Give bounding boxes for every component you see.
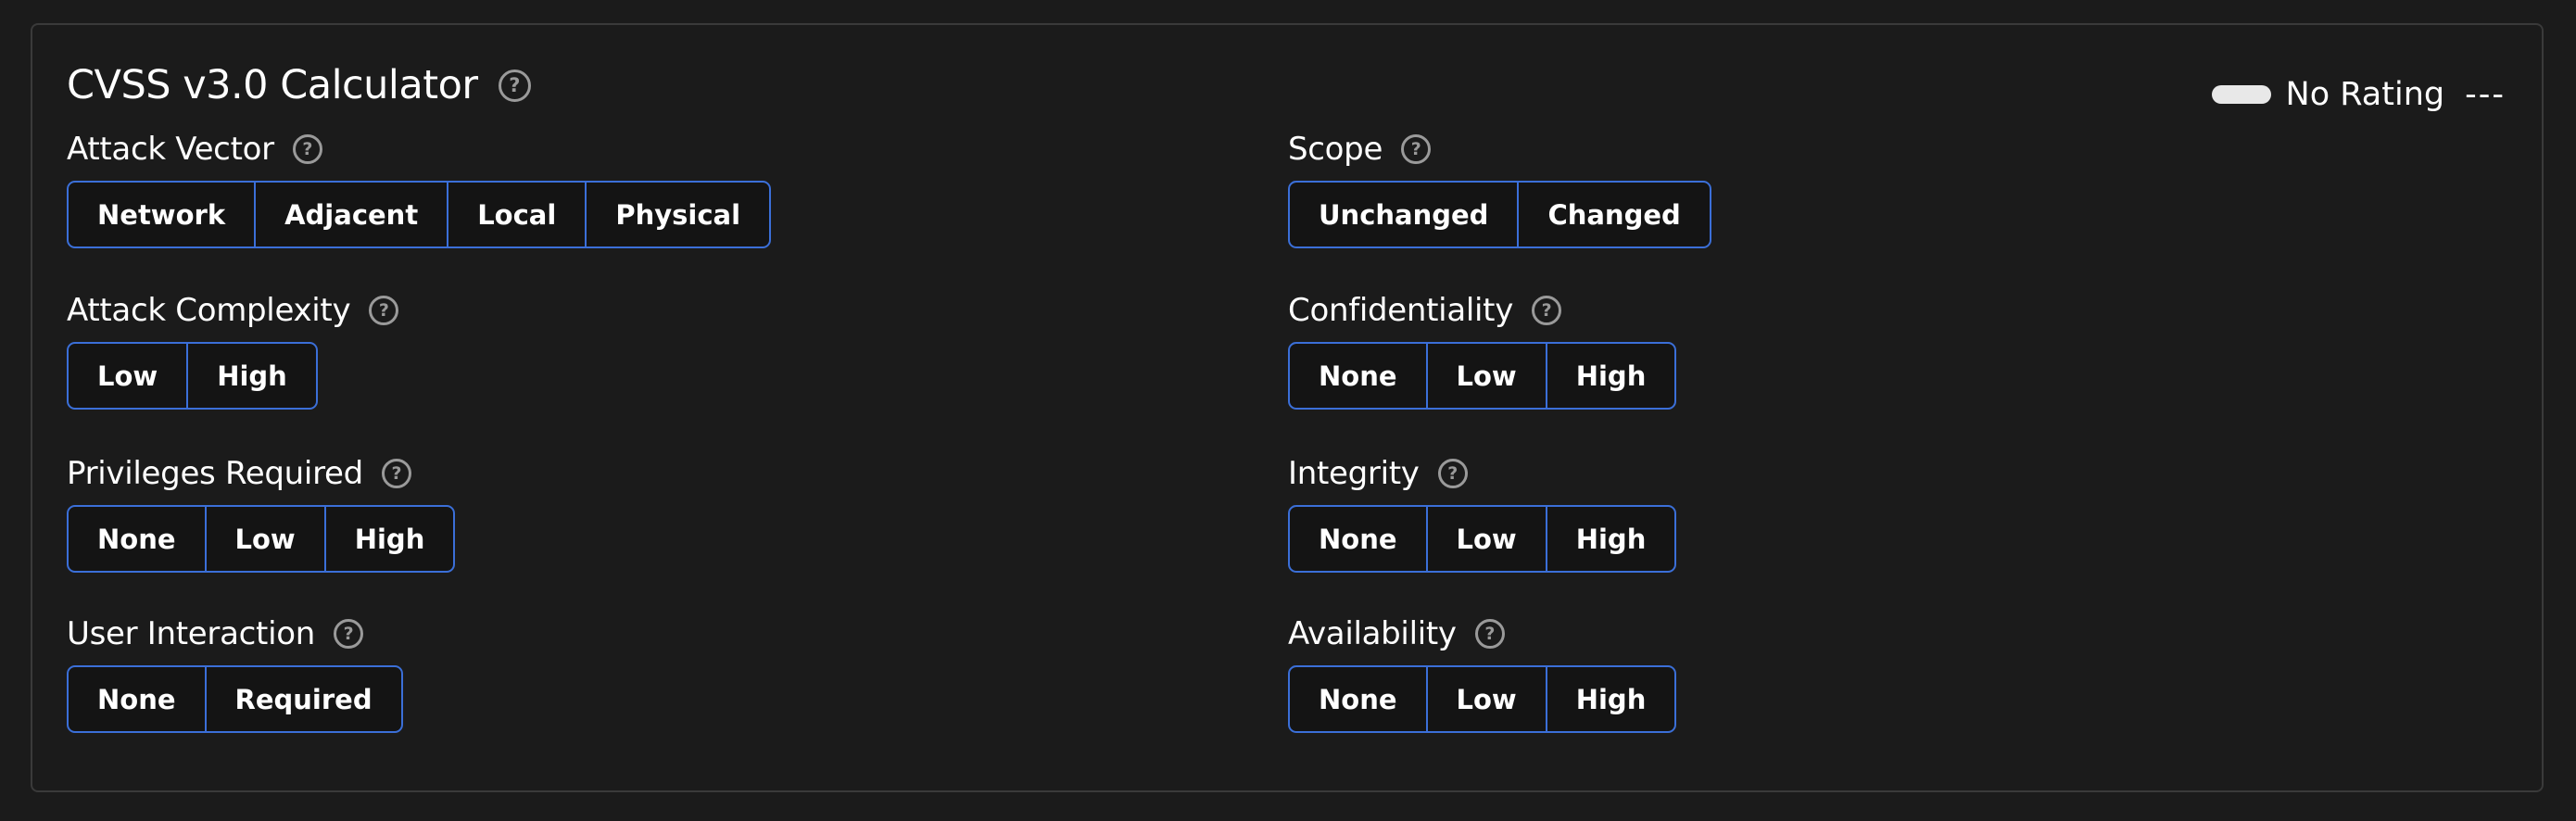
availability-options: None Low High [1288, 665, 1677, 733]
rating-score: --- [2465, 76, 2506, 113]
help-icon[interactable]: ? [333, 619, 363, 649]
option-low[interactable]: Low [204, 507, 324, 571]
metric-availability: Availability? None Low High [1288, 613, 1677, 733]
option-none[interactable]: None [69, 507, 205, 571]
option-adjacent[interactable]: Adjacent [254, 183, 447, 246]
option-high[interactable]: High [1545, 507, 1675, 571]
help-icon[interactable]: ? [498, 69, 531, 102]
option-high[interactable]: High [1545, 344, 1675, 408]
metric-label: Integrity [1288, 455, 1420, 492]
option-none[interactable]: None [1290, 344, 1426, 408]
metric-attack-vector: Attack Vector? Network Adjacent Local Ph… [67, 129, 772, 248]
metric-label: Attack Complexity [67, 292, 351, 329]
option-changed[interactable]: Changed [1517, 183, 1709, 246]
option-low[interactable]: Low [69, 344, 186, 408]
help-icon[interactable]: ? [1401, 134, 1432, 164]
privileges-required-options: None Low High [67, 505, 456, 573]
option-none[interactable]: None [69, 667, 205, 731]
option-high[interactable]: High [1545, 667, 1675, 731]
page-title: CVSS v3.0 Calculator [67, 62, 478, 108]
option-high[interactable]: High [186, 344, 316, 408]
metric-label: Attack Vector [67, 131, 274, 168]
option-low[interactable]: Low [1425, 507, 1546, 571]
metric-label: Availability [1288, 615, 1457, 652]
severity-indicator [2211, 85, 2271, 104]
rating-label: No Rating [2285, 76, 2445, 113]
option-required[interactable]: Required [204, 667, 401, 731]
attack-vector-options: Network Adjacent Local Physical [67, 181, 772, 248]
help-icon[interactable]: ? [369, 296, 399, 325]
option-low[interactable]: Low [1425, 667, 1546, 731]
integrity-options: None Low High [1288, 505, 1677, 573]
option-unchanged[interactable]: Unchanged [1290, 183, 1517, 246]
calculator-header: CVSS v3.0 Calculator ? [67, 59, 531, 111]
metric-label: User Interaction [67, 615, 315, 652]
option-none[interactable]: None [1290, 507, 1426, 571]
metric-privileges-required: Privileges Required? None Low High [67, 453, 456, 573]
confidentiality-options: None Low High [1288, 342, 1677, 410]
help-icon[interactable]: ? [292, 134, 322, 164]
help-icon[interactable]: ? [1474, 619, 1505, 649]
option-network[interactable]: Network [69, 183, 254, 246]
help-icon[interactable]: ? [381, 459, 411, 488]
metric-label: Confidentiality [1288, 292, 1514, 329]
option-physical[interactable]: Physical [585, 183, 769, 246]
option-low[interactable]: Low [1425, 344, 1546, 408]
metric-integrity: Integrity? None Low High [1288, 453, 1677, 573]
metric-user-interaction: User Interaction? None Required [67, 613, 403, 733]
metric-scope: Scope? Unchanged Changed [1288, 129, 1711, 248]
rating-display: No Rating --- [2211, 72, 2506, 117]
user-interaction-options: None Required [67, 665, 403, 733]
metric-label: Scope [1288, 131, 1383, 168]
help-icon[interactable]: ? [1532, 296, 1562, 325]
option-local[interactable]: Local [447, 183, 585, 246]
attack-complexity-options: Low High [67, 342, 318, 410]
option-none[interactable]: None [1290, 667, 1426, 731]
help-icon[interactable]: ? [1437, 459, 1468, 488]
metric-label: Privileges Required [67, 455, 363, 492]
metric-attack-complexity: Attack Complexity? Low High [67, 290, 399, 410]
scope-options: Unchanged Changed [1288, 181, 1711, 248]
option-high[interactable]: High [323, 507, 454, 571]
metric-confidentiality: Confidentiality? None Low High [1288, 290, 1677, 410]
